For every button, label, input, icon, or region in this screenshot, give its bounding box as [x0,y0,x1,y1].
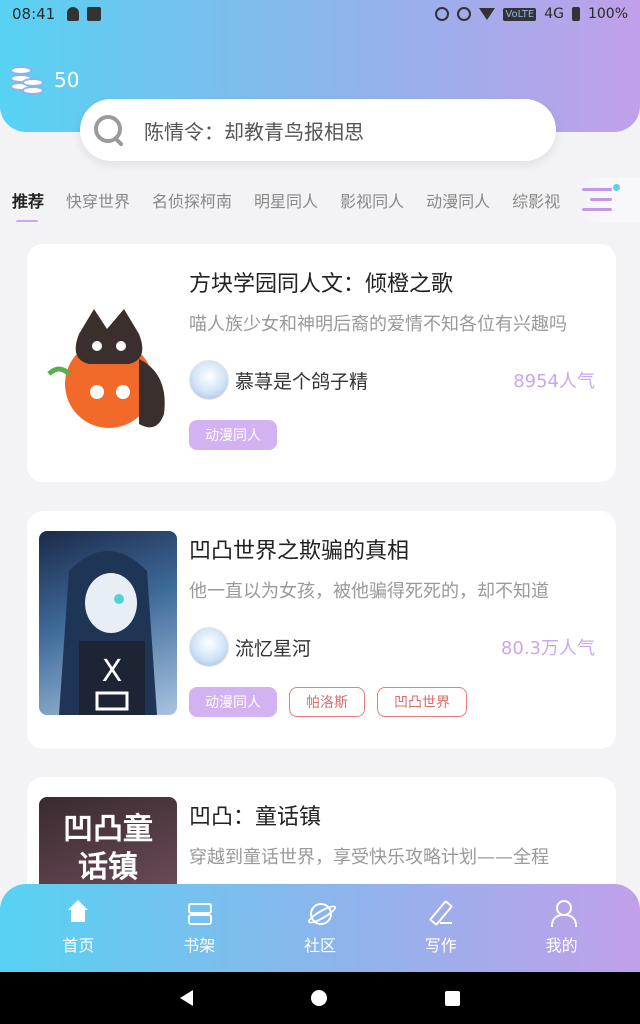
status-bar: 08:41 VoLTE 4G 100% [0,0,640,28]
menu-icon [582,188,612,218]
nav-home[interactable]: 首页 [38,900,118,956]
system-navigation-bar [0,972,640,1024]
book-card[interactable]: 凹凸童话镇 凹凸：童话镇 穿越到童话世界，享受快乐攻略计划——全程 [27,777,616,884]
nav-label: 首页 [62,936,95,955]
search-placeholder: 陈情令：却教青鸟报相思 [144,119,364,144]
book-feed[interactable]: 方块学园同人文：倾橙之歌 喵人族少女和神明后裔的爱情不知各位有兴趣吗 慕荨是个鸽… [0,222,640,884]
nav-label: 社区 [303,936,336,955]
community-icon [307,900,333,926]
battery-icon [571,7,580,21]
book-title: 凹凸世界之欺骗的真相 [189,539,410,564]
book-title: 凹凸：童话镇 [189,805,322,830]
profile-icon [549,900,577,927]
nav-label: 写作 [424,936,457,955]
nav-label: 书架 [183,936,216,955]
tab-anime-fanfic[interactable]: 动漫同人 [426,188,490,212]
popularity-count: 8954人气 [513,371,595,392]
book-description: 喵人族少女和神明后裔的爱情不知各位有兴趣吗 [189,314,567,335]
author-name[interactable]: 慕荨是个鸽子精 [235,367,368,394]
battery-level: 100% [587,6,628,22]
tab-detective-conan[interactable]: 名侦探柯南 [152,188,232,212]
menu-badge-dot [613,184,620,191]
nav-bookshelf[interactable]: 书架 [159,900,239,956]
home-icon [65,900,91,926]
search-bar[interactable]: 陈情令：却教青鸟报相思 [80,99,556,161]
tag-list: 动漫同人 [189,420,277,450]
author-row: 流忆星河 80.3万人气 [189,625,595,669]
book-card[interactable]: 方块学园同人文：倾橙之歌 喵人族少女和神明后裔的爱情不知各位有兴趣吗 慕荨是个鸽… [27,244,616,482]
status-time: 08:41 [12,5,56,23]
write-icon [428,900,454,926]
tag-chip[interactable]: 动漫同人 [189,420,277,450]
status-indicators: VoLTE 4G 100% [435,6,628,22]
qq-notification-icon [67,7,80,21]
book-card[interactable]: X 凹凸世界之欺骗的真相 他一直以为女孩，被他骗得死死的，却不知道 流忆星河 8… [27,511,616,749]
author-avatar[interactable] [189,627,229,667]
nav-label: 我的 [545,936,578,955]
tag-chip[interactable]: 凹凸世界 [377,687,467,717]
author-avatar[interactable] [189,360,229,400]
volte-badge: VoLTE [503,7,537,21]
coin-balance[interactable]: 50 [10,62,79,98]
tag-chip[interactable]: 帕洛斯 [289,687,365,717]
nav-community[interactable]: 社区 [280,900,360,956]
book-cover: X [39,531,177,715]
tab-recommend[interactable]: 推荐 [12,188,44,222]
cover-title-art: 凹凸童话镇 [63,812,153,884]
tag-list: 动漫同人 帕洛斯 凹凸世界 [189,687,467,717]
tab-tv-fanfic[interactable]: 影视同人 [340,188,404,212]
nav-profile[interactable]: 我的 [522,900,602,956]
recent-apps-button[interactable] [445,990,460,1006]
app-notification-icon [87,7,102,21]
search-icon [92,113,126,147]
bookshelf-icon [186,900,213,926]
mute-icon [457,7,472,21]
nav-write[interactable]: 写作 [401,900,481,956]
coin-count: 50 [54,68,80,92]
network-type: 4G [544,6,564,22]
tab-quick-travel[interactable]: 快穿世界 [66,188,130,212]
coins-icon [10,62,46,98]
bottom-nav: 首页 书架 社区 写作 我的 [0,884,640,972]
wifi-icon [479,8,496,20]
tag-chip[interactable]: 动漫同人 [189,687,277,717]
alarm-icon [435,7,450,21]
book-description: 他一直以为女孩，被他骗得死死的，却不知道 [189,581,549,602]
book-cover: 凹凸童话镇 [39,797,177,884]
author-name[interactable]: 流忆星河 [235,634,311,661]
category-menu-button[interactable] [580,178,640,222]
book-cover [39,264,177,448]
book-description: 穿越到童话世界，享受快乐攻略计划——全程 [189,847,549,868]
book-title: 方块学园同人文：倾橙之歌 [189,272,454,297]
category-tabs: 推荐 快穿世界 名侦探柯南 明星同人 影视同人 动漫同人 综影视 [0,178,640,222]
svg-text:X: X [102,654,123,689]
back-button[interactable] [180,990,193,1006]
home-button[interactable] [311,990,327,1006]
tab-celebrity-fanfic[interactable]: 明星同人 [254,188,318,212]
author-row: 慕荨是个鸽子精 8954人气 [189,358,595,402]
tab-variety[interactable]: 综影视 [512,188,560,212]
popularity-count: 80.3万人气 [500,638,595,659]
